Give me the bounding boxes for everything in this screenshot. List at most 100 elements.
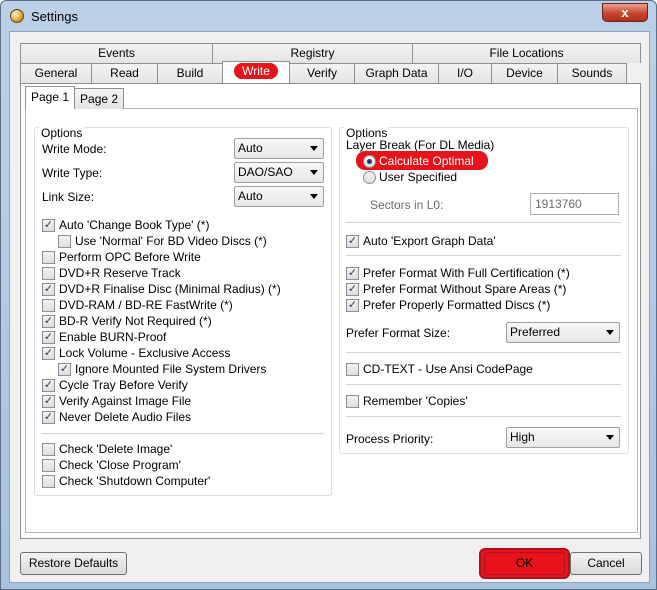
write-type-select[interactable]: DAO/SAO (234, 162, 324, 183)
radio-user-specified[interactable] (363, 171, 376, 184)
title-bar: Settings x (1, 1, 656, 31)
right-separator-2 (346, 255, 621, 256)
label-use-normal-bd: Use 'Normal' For BD Video Discs (*) (75, 234, 267, 248)
checkbox-never-delete-audio[interactable] (42, 411, 55, 424)
layer-break-label: Layer Break (For DL Media) (346, 138, 495, 152)
settings-window: Settings x Events Registry File Location… (0, 0, 657, 590)
link-size-value: Auto (238, 189, 263, 203)
subtab-page2[interactable]: Page 2 (74, 88, 125, 109)
label-bdr-verify: BD-R Verify Not Required (*) (59, 314, 212, 328)
label-auto-export: Auto 'Export Graph Data' (363, 234, 496, 248)
chevron-down-icon (606, 435, 614, 440)
write-mode-value: Auto (238, 141, 263, 155)
label-burn-proof: Enable BURN-Proof (59, 330, 167, 344)
checkbox-reserve-track[interactable] (42, 267, 55, 280)
restore-defaults-button[interactable]: Restore Defaults (20, 552, 127, 575)
checkbox-cdtext[interactable] (346, 363, 359, 376)
label-ignore-mounted: Ignore Mounted File System Drivers (75, 362, 267, 376)
label-never-delete-audio: Never Delete Audio Files (59, 410, 192, 424)
chevron-down-icon (310, 194, 318, 199)
label-auto-change-book-type: Auto 'Change Book Type' (*) (59, 218, 210, 232)
chevron-down-icon (310, 146, 318, 151)
label-close-program: Check 'Close Program' (59, 458, 181, 472)
tab-file-locations[interactable]: File Locations (412, 43, 641, 63)
checkbox-verify-image[interactable] (42, 395, 55, 408)
tab-row-1: Events Registry File Locations (20, 43, 641, 63)
write-mode-label: Write Mode: (42, 142, 107, 156)
right-separator-4 (346, 384, 621, 385)
checkbox-remember-copies[interactable] (346, 395, 359, 408)
checkbox-auto-export[interactable] (346, 235, 359, 248)
sectors-input[interactable]: 1913760 (530, 193, 619, 215)
checkbox-bdr-verify[interactable] (42, 315, 55, 328)
checkbox-fastwrite[interactable] (42, 299, 55, 312)
chevron-down-icon (606, 330, 614, 335)
label-finalise-disc: DVD+R Finalise Disc (Minimal Radius) (*) (59, 282, 281, 296)
link-size-select[interactable]: Auto (234, 186, 324, 207)
label-no-spare-areas: Prefer Format Without Spare Areas (*) (363, 282, 567, 296)
checkbox-perform-opc[interactable] (42, 251, 55, 264)
tab-write[interactable]: Write (222, 61, 290, 83)
checkbox-burn-proof[interactable] (42, 331, 55, 344)
checkbox-delete-image[interactable] (42, 443, 55, 456)
write-mode-select[interactable]: Auto (234, 138, 324, 159)
radio-calculate-optimal[interactable] (363, 155, 376, 168)
checkbox-ignore-mounted[interactable] (58, 363, 71, 376)
left-options-title: Options (39, 126, 85, 140)
cancel-button[interactable]: Cancel (570, 552, 642, 575)
write-type-value: DAO/SAO (238, 165, 293, 179)
close-button[interactable]: x (602, 3, 648, 22)
checkbox-finalise-disc[interactable] (42, 283, 55, 296)
label-properly-formatted: Prefer Properly Formatted Discs (*) (363, 298, 551, 312)
checkbox-shutdown-computer[interactable] (42, 475, 55, 488)
write-type-label: Write Type: (42, 166, 103, 180)
tab-verify[interactable]: Verify (289, 63, 355, 83)
label-fastwrite: DVD-RAM / BD-RE FastWrite (*) (59, 298, 233, 312)
priority-label: Process Priority: (346, 432, 434, 446)
tab-device[interactable]: Device (491, 63, 558, 83)
label-lock-volume: Lock Volume - Exclusive Access (59, 346, 231, 360)
tab-io[interactable]: I/O (438, 63, 492, 83)
tab-graph-data[interactable]: Graph Data (354, 63, 439, 83)
label-user-specified: User Specified (379, 170, 458, 184)
right-separator-3 (346, 352, 621, 353)
tab-general[interactable]: General (20, 63, 92, 83)
tab-read[interactable]: Read (91, 63, 158, 83)
checkbox-auto-change-book-type[interactable] (42, 219, 55, 232)
label-shutdown-computer: Check 'Shutdown Computer' (59, 474, 211, 488)
label-remember-copies: Remember 'Copies' (363, 394, 468, 408)
link-size-label: Link Size: (42, 190, 95, 204)
format-size-label: Prefer Format Size: (346, 326, 451, 340)
tab-sounds[interactable]: Sounds (557, 63, 627, 83)
ok-button[interactable]: OK (484, 552, 565, 575)
format-size-select[interactable]: Preferred (506, 322, 620, 343)
subtab-page1[interactable]: Page 1 (25, 86, 76, 109)
label-perform-opc: Perform OPC Before Write (59, 250, 201, 264)
checkbox-properly-formatted[interactable] (346, 299, 359, 312)
format-size-value: Preferred (510, 325, 561, 339)
label-cycle-tray: Cycle Tray Before Verify (59, 378, 188, 392)
checkbox-lock-volume[interactable] (42, 347, 55, 360)
checkbox-use-normal-bd[interactable] (58, 235, 71, 248)
chevron-down-icon (310, 170, 318, 175)
right-separator-5 (346, 416, 621, 417)
priority-select[interactable]: High (506, 427, 620, 448)
right-separator-1 (346, 222, 621, 223)
left-separator (42, 433, 324, 434)
tab-row-2: General Read Build Write Verify Graph Da… (20, 61, 627, 83)
checkbox-cycle-tray[interactable] (42, 379, 55, 392)
checkbox-close-program[interactable] (42, 459, 55, 472)
checkbox-full-certification[interactable] (346, 267, 359, 280)
dialog-client: Events Registry File Locations General R… (9, 31, 650, 583)
tab-events[interactable]: Events (20, 43, 213, 63)
tab-write-label: Write (234, 63, 278, 79)
checkbox-no-spare-areas[interactable] (346, 283, 359, 296)
label-verify-image: Verify Against Image File (59, 394, 192, 408)
label-full-certification: Prefer Format With Full Certification (*… (363, 266, 570, 280)
tab-registry[interactable]: Registry (212, 43, 413, 63)
label-cdtext: CD-TEXT - Use Ansi CodePage (363, 362, 533, 376)
label-reserve-track: DVD+R Reserve Track (59, 266, 181, 280)
window-title: Settings (31, 9, 78, 24)
label-delete-image: Check 'Delete Image' (59, 442, 173, 456)
tab-build[interactable]: Build (157, 63, 223, 83)
